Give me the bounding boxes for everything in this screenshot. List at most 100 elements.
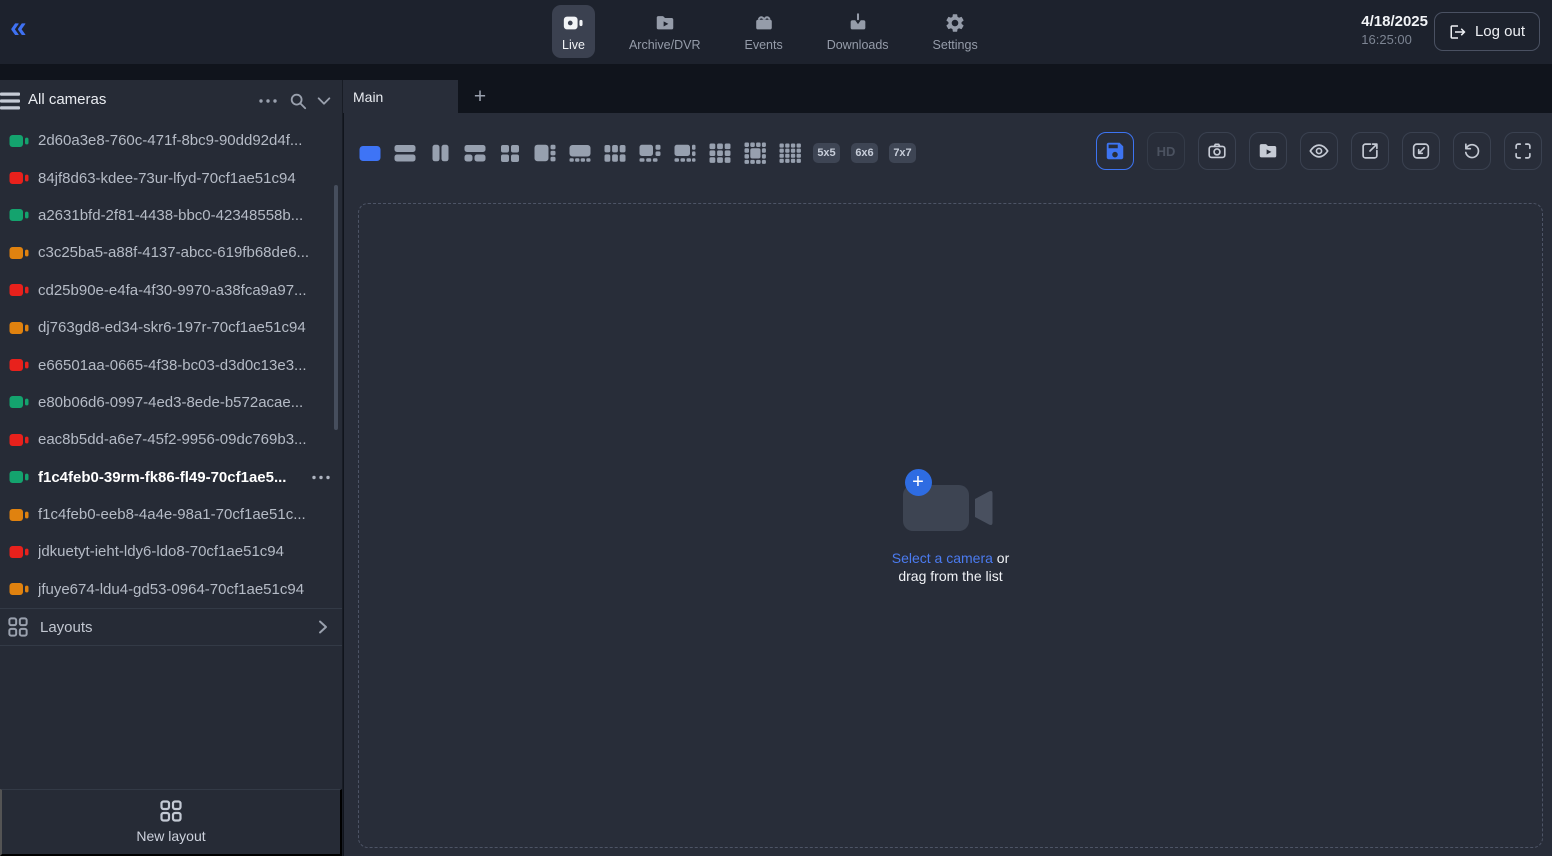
camera-more-button[interactable]: [312, 475, 330, 480]
layout-1-plus-12-icon: [743, 141, 767, 165]
ellipsis-icon: [259, 92, 277, 110]
layout-1-plus-4-bottom-icon: [568, 141, 592, 165]
new-layout-button[interactable]: New layout: [0, 789, 342, 856]
add-camera-button[interactable]: +: [905, 469, 932, 496]
preview-button[interactable]: [1300, 132, 1338, 170]
camera-status-icon: [9, 133, 29, 149]
nav-downloads[interactable]: Downloads: [817, 5, 899, 58]
layouts-grid-icon: [8, 617, 28, 637]
export-button[interactable]: [1351, 132, 1389, 170]
sidebar-scrollbar[interactable]: [334, 185, 338, 430]
camera-placeholder-illustration: +: [891, 467, 1011, 539]
layout-1-icon: [358, 141, 382, 165]
camera-status-icon: [9, 581, 29, 597]
camera-list-item[interactable]: e80b06d6-0997-4ed3-8ede-b572acae...: [0, 384, 342, 421]
camera-status-icon: [9, 357, 29, 373]
archive-folder-button[interactable]: [1249, 132, 1287, 170]
eye-icon: [1308, 140, 1330, 162]
tab-main[interactable]: Main: [343, 80, 458, 113]
empty-slot-placeholder: + Select a camera or drag from the list: [891, 467, 1011, 585]
fullscreen-button[interactable]: [1504, 132, 1542, 170]
layout-1-plus-12-button[interactable]: [743, 141, 767, 165]
camera-list-item[interactable]: dj763gd8-ed34-skr6-197r-70cf1ae51c94: [0, 309, 342, 346]
camera-status-icon: [9, 469, 29, 485]
video-camera-icon: [562, 12, 584, 34]
layout-3x3-button[interactable]: [708, 141, 732, 165]
layout-1-plus-4-bottom-button[interactable]: [568, 141, 592, 165]
camera-list-item[interactable]: jfuye674-ldu4-gd53-0964-70cf1ae51c94: [0, 571, 342, 608]
layout-canvas-dropzone[interactable]: + Select a camera or drag from the list: [358, 203, 1543, 848]
resize-icon: [1410, 140, 1432, 162]
sidebar-item-layouts[interactable]: Layouts: [0, 608, 342, 646]
layout-1-plus-2-icon: [463, 141, 487, 165]
camera-status-icon: [9, 207, 29, 223]
layout-5x5-button[interactable]: 5x5: [813, 143, 840, 163]
camera-status-icon: [9, 282, 29, 298]
layout-3x2-button[interactable]: [603, 141, 627, 165]
layout-1-plus-5-wide-button[interactable]: [673, 141, 697, 165]
list-view-icon: [0, 92, 20, 110]
nav-archive-dvr[interactable]: Archive/DVR: [619, 5, 711, 58]
camera-list-item[interactable]: 2d60a3e8-760c-471f-8bc9-90dd92d4f...: [0, 122, 342, 159]
layout-1-plus-2-button[interactable]: [463, 141, 487, 165]
camera-list-item[interactable]: jdkuetyt-ieht-ldy6-ldo8-70cf1ae51c94: [0, 533, 342, 570]
layout-1-plus-3-right-button[interactable]: [533, 141, 557, 165]
camera-list-item[interactable]: cd25b90e-e4fa-4f30-9970-a38fca9a97...: [0, 272, 342, 309]
layout-1-plus-3-right-icon: [533, 141, 557, 165]
camera-list-item[interactable]: c3c25ba5-a88f-4137-abcc-619fb68de6...: [0, 234, 342, 271]
camera-list-item[interactable]: 84jf8d63-kdee-73ur-lfyd-70cf1ae51c94: [0, 159, 342, 196]
layout-tab-bar: Main +: [343, 64, 1552, 113]
layout-2-cols-icon: [428, 141, 452, 165]
reset-button[interactable]: [1453, 132, 1491, 170]
camera-list-item[interactable]: e66501aa-0665-4f38-bc03-d3d0c13e3...: [0, 346, 342, 383]
layout-6x6-button[interactable]: 6x6: [851, 143, 878, 163]
sidebar-header: All cameras: [0, 80, 342, 122]
search-cameras-button[interactable]: [286, 89, 310, 113]
events-icon: [753, 12, 775, 34]
layout-7x7-button[interactable]: 7x7: [889, 143, 916, 163]
layout-1-plus-5-icon: [638, 141, 662, 165]
logout-button[interactable]: Log out: [1434, 12, 1540, 51]
camera-list-item[interactable]: f1c4feb0-39rm-fk86-fl49-70cf1ae5...: [0, 459, 342, 496]
camera-list-more-button[interactable]: [256, 89, 280, 113]
layout-2x2-button[interactable]: [498, 141, 522, 165]
collapse-sidebar-button[interactable]: «: [10, 10, 25, 46]
layout-4x4-button[interactable]: [778, 141, 802, 165]
layout-3x2-icon: [603, 141, 627, 165]
new-layout-grid-icon: [160, 800, 182, 822]
camera-list-item[interactable]: eac8b5dd-a6e7-45f2-9956-09dc769b3...: [0, 421, 342, 458]
add-tab-button[interactable]: +: [467, 83, 493, 109]
layout-1-button[interactable]: [358, 141, 382, 165]
nav-live[interactable]: Live: [552, 5, 595, 58]
select-camera-link[interactable]: Select a camera: [892, 550, 993, 566]
main-navigation: Live Archive/DVR Events: [552, 5, 988, 58]
ellipsis-icon: [312, 475, 330, 480]
camera-list: 2d60a3e8-760c-471f-8bc9-90dd92d4f... 84j…: [0, 122, 342, 608]
current-time: 16:25:00: [1361, 32, 1428, 47]
view-tools-toolbar: HD: [1096, 132, 1542, 170]
scale-button[interactable]: [1402, 132, 1440, 170]
camera-status-icon: [9, 394, 29, 410]
camera-status-icon: [9, 432, 29, 448]
nav-events[interactable]: Events: [734, 5, 792, 58]
camera-status-icon: [9, 245, 29, 261]
share-icon: [1359, 140, 1381, 162]
search-icon: [289, 92, 307, 110]
layout-2-cols-button[interactable]: [428, 141, 452, 165]
snapshot-button[interactable]: [1198, 132, 1236, 170]
gear-icon: [944, 12, 966, 34]
nav-settings[interactable]: Settings: [923, 5, 988, 58]
save-icon: [1104, 140, 1126, 162]
hd-toggle-button[interactable]: HD: [1147, 132, 1185, 170]
save-layout-button[interactable]: [1096, 132, 1134, 170]
layout-1-plus-5-button[interactable]: [638, 141, 662, 165]
camera-icon: [1206, 140, 1228, 162]
camera-status-icon: [9, 170, 29, 186]
fullscreen-icon: [1512, 140, 1534, 162]
camera-list-item[interactable]: a2631bfd-2f81-4438-bbc0-42348558b...: [0, 197, 342, 234]
collapse-camera-list-button[interactable]: [312, 89, 336, 113]
layout-2-rows-button[interactable]: [393, 141, 417, 165]
layout-presets-toolbar: 5x5 6x6 7x7: [358, 141, 916, 165]
layout-2x2-icon: [498, 141, 522, 165]
camera-list-item[interactable]: f1c4feb0-eeb8-4a4e-98a1-70cf1ae51c...: [0, 496, 342, 533]
